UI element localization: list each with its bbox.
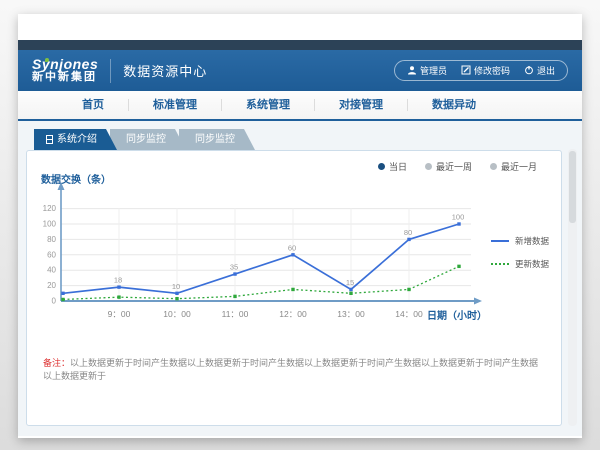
radio-dot-icon — [425, 163, 432, 170]
logo-text: Synjones — [32, 57, 98, 72]
radio-last-month[interactable]: 最近一月 — [490, 160, 537, 173]
legend-new-data-label: 新增数据 — [515, 235, 549, 247]
scrollbar-thumb[interactable] — [569, 151, 576, 223]
line-chart: 0 20 40 60 80 100 120 9：00 10：00 11：00 12：00 13：00 1… — [35, 177, 485, 329]
change-password-label: 修改密码 — [474, 64, 510, 77]
radio-last-week[interactable]: 最近一周 — [425, 160, 472, 173]
svg-text:10：00: 10：00 — [163, 309, 191, 319]
vertical-scrollbar[interactable] — [568, 149, 577, 426]
nav-item-docking-mgmt[interactable]: 对接管理 — [315, 99, 408, 111]
power-icon — [524, 65, 534, 77]
app-header: Synjones 新中新集团 数据资源中心 管理员 修改密码 退出 — [18, 50, 582, 91]
svg-text:18: 18 — [114, 276, 122, 285]
document-icon — [46, 135, 53, 144]
logout-button[interactable]: 退出 — [524, 64, 555, 77]
svg-text:100: 100 — [452, 213, 465, 222]
legend-new-data[interactable]: 新增数据 — [491, 235, 549, 247]
nav-item-standard-mgmt[interactable]: 标准管理 — [129, 99, 222, 111]
svg-text:80: 80 — [47, 235, 56, 244]
time-range-filter: 当日 最近一周 最近一月 — [378, 160, 537, 173]
page-title: 数据资源中心 — [123, 61, 207, 80]
top-dark-strip — [18, 40, 582, 50]
admin-user-label: 管理员 — [420, 64, 447, 77]
svg-text:60: 60 — [288, 243, 296, 252]
svg-text:80: 80 — [404, 228, 412, 237]
legend-updated-data[interactable]: 更新数据 — [491, 258, 549, 270]
svg-text:20: 20 — [47, 281, 56, 290]
brand-logo: Synjones 新中新集团 — [32, 57, 98, 83]
solid-line-icon — [491, 240, 509, 242]
svg-text:11：00: 11：00 — [222, 309, 249, 319]
header-divider — [110, 59, 111, 83]
header-actions: 管理员 修改密码 退出 — [394, 60, 568, 81]
app-window: Synjones 新中新集团 数据资源中心 管理员 修改密码 退出 首页 标准管… — [18, 14, 582, 438]
svg-text:15: 15 — [346, 278, 354, 287]
content-area: 系统介绍 同步监控 同步监控 当日 最近一周 — [18, 121, 582, 436]
chart-legend: 新增数据 更新数据 — [491, 235, 549, 270]
legend-updated-data-label: 更新数据 — [515, 258, 549, 270]
radio-last-month-label: 最近一月 — [501, 160, 537, 173]
radio-last-week-label: 最近一周 — [436, 160, 472, 173]
footnote-text: 以上数据更新于时间产生数据以上数据更新于时间产生数据以上数据更新于时间产生数据以… — [43, 358, 538, 381]
svg-text:0: 0 — [52, 297, 57, 306]
logout-label: 退出 — [537, 64, 555, 77]
x-axis-title: 日期（小时） — [427, 307, 487, 322]
radio-today-label: 当日 — [389, 160, 407, 173]
edit-icon — [461, 65, 471, 77]
nav-item-home[interactable]: 首页 — [58, 99, 129, 111]
footnote-prefix: 备注： — [43, 358, 70, 368]
main-nav: 首页 标准管理 系统管理 对接管理 数据异动 — [18, 91, 582, 121]
logo-subtitle: 新中新集团 — [32, 72, 98, 84]
radio-today[interactable]: 当日 — [378, 160, 407, 173]
svg-text:40: 40 — [47, 266, 56, 275]
tab-system-intro-label: 系统介绍 — [57, 129, 97, 150]
nav-item-system-mgmt[interactable]: 系统管理 — [222, 99, 315, 111]
nav-item-data-change[interactable]: 数据异动 — [408, 99, 500, 111]
user-icon — [407, 65, 417, 77]
tab-sync-monitor-2-label: 同步监控 — [195, 129, 235, 150]
tab-sync-monitor-2[interactable]: 同步监控 — [179, 129, 255, 150]
chart-panel: 当日 最近一周 最近一月 数据交换（条） 0204060801001209：00… — [26, 150, 562, 426]
dotted-line-icon — [491, 263, 509, 265]
svg-text:14：00: 14：00 — [395, 309, 423, 319]
radio-dot-icon — [378, 163, 385, 170]
page-top-padding — [18, 14, 582, 40]
svg-text:120: 120 — [43, 204, 57, 213]
tab-sync-monitor-1[interactable]: 同步监控 — [110, 129, 186, 150]
admin-user-button[interactable]: 管理员 — [407, 64, 447, 77]
radio-dot-icon — [490, 163, 497, 170]
svg-text:35: 35 — [230, 263, 238, 272]
svg-text:13：00: 13：00 — [337, 309, 365, 319]
svg-text:10: 10 — [172, 282, 180, 291]
svg-text:9：00: 9：00 — [108, 309, 131, 319]
svg-text:60: 60 — [47, 250, 56, 259]
change-password-button[interactable]: 修改密码 — [461, 64, 510, 77]
footnote: 备注：以上数据更新于时间产生数据以上数据更新于时间产生数据以上数据更新于时间产生… — [43, 357, 545, 382]
svg-text:12：00: 12：00 — [279, 309, 307, 319]
tab-sync-monitor-1-label: 同步监控 — [126, 129, 166, 150]
svg-text:100: 100 — [43, 220, 57, 229]
tab-system-intro[interactable]: 系统介绍 — [34, 129, 117, 150]
tab-bar: 系统介绍 同步监控 同步监控 — [34, 129, 582, 150]
